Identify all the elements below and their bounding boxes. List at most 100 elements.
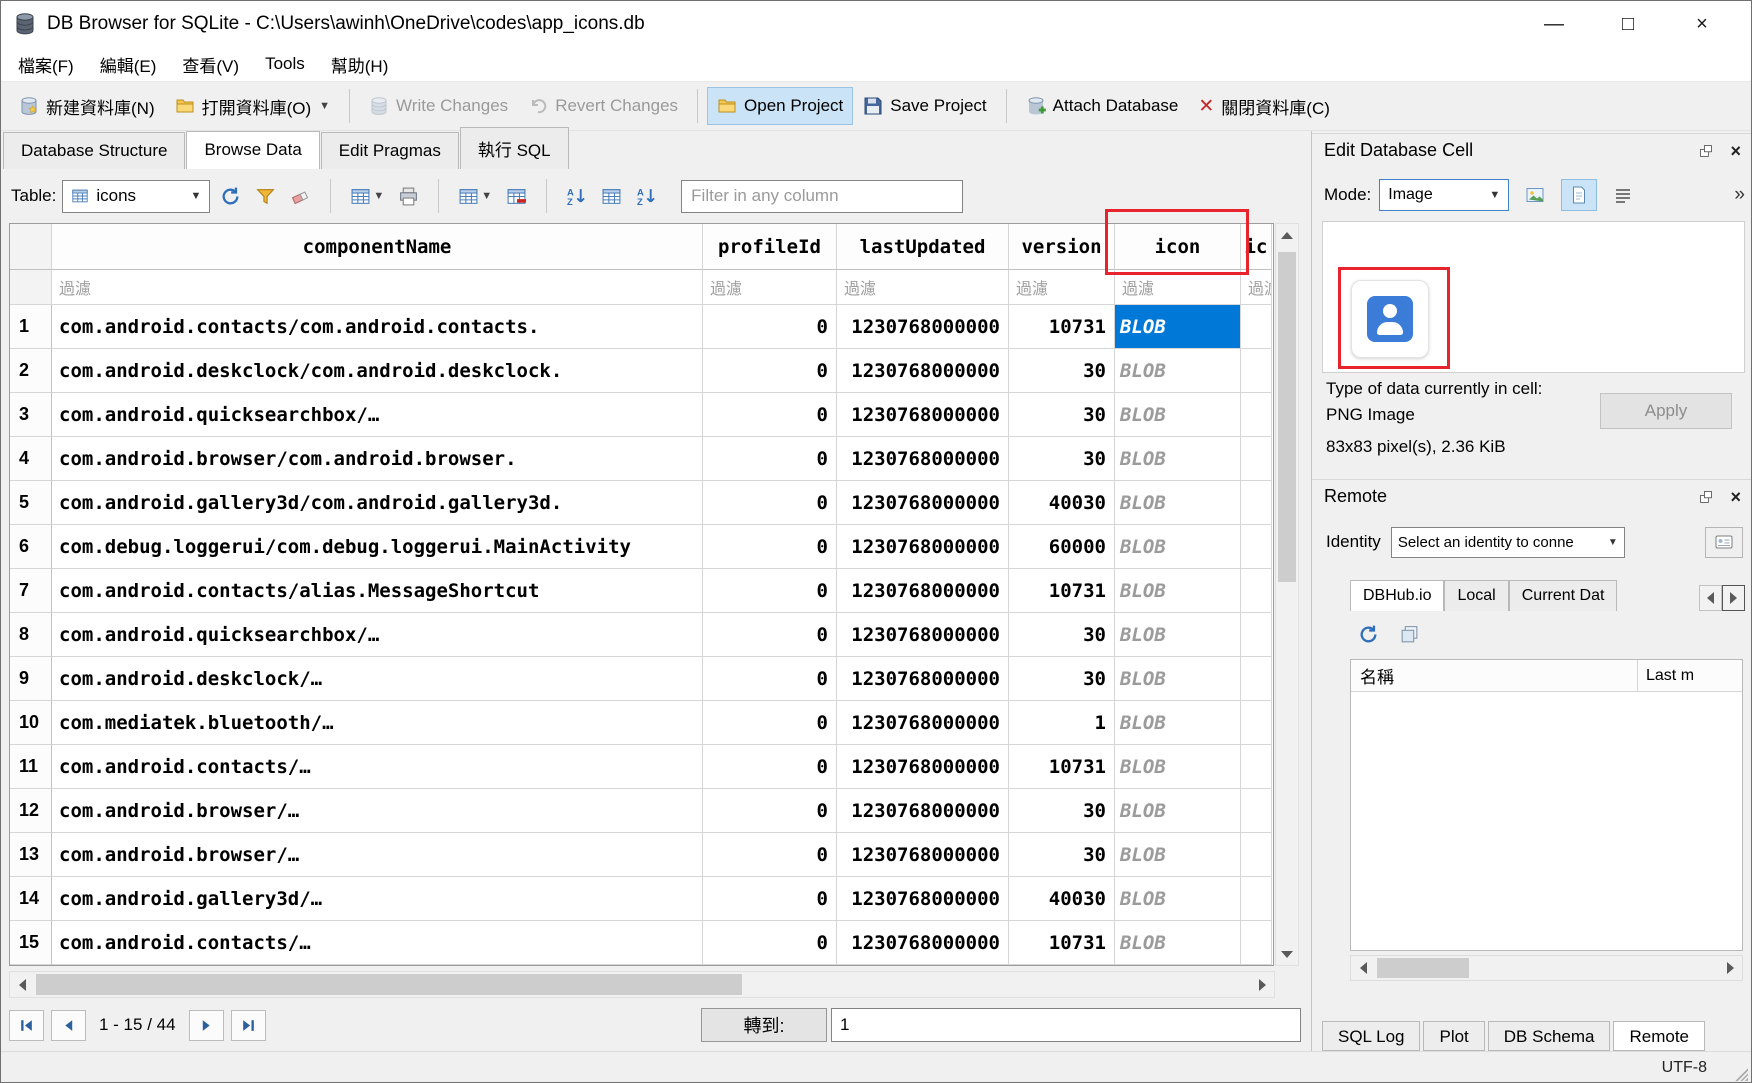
dock-tab-plot[interactable]: Plot bbox=[1423, 1021, 1484, 1051]
cell-profileid[interactable]: 0 bbox=[703, 569, 837, 613]
print-button[interactable] bbox=[394, 181, 423, 211]
cell-componentname[interactable]: com.android.contacts/… bbox=[52, 921, 703, 965]
scroll-right-icon[interactable] bbox=[1718, 956, 1742, 980]
cell-overflow[interactable] bbox=[1241, 745, 1272, 789]
tab-browse-data[interactable]: Browse Data bbox=[186, 131, 319, 169]
cell-version[interactable]: 1 bbox=[1009, 701, 1115, 745]
cell-lastupdated[interactable]: 1230768000000 bbox=[837, 569, 1009, 613]
last-record-button[interactable] bbox=[231, 1010, 266, 1041]
remote-refresh-icon[interactable] bbox=[1358, 624, 1379, 645]
row-number[interactable]: 9 bbox=[10, 657, 52, 701]
minimize-button[interactable]: — bbox=[1517, 3, 1591, 45]
row-number[interactable]: 3 bbox=[10, 393, 52, 437]
insert-record-button[interactable]: ▼ bbox=[454, 181, 496, 211]
cell-lastupdated[interactable]: 1230768000000 bbox=[837, 877, 1009, 921]
tab-sql[interactable]: 執行 SQL bbox=[460, 127, 569, 169]
cell-version[interactable]: 10731 bbox=[1009, 305, 1115, 349]
cell-lastupdated[interactable]: 1230768000000 bbox=[837, 349, 1009, 393]
filter-input-version[interactable]: 過濾 bbox=[1009, 270, 1115, 305]
cell-profileid[interactable]: 0 bbox=[703, 877, 837, 921]
refresh-table-button[interactable] bbox=[216, 181, 245, 211]
cell-componentname[interactable]: com.android.browser/… bbox=[52, 789, 703, 833]
save-project-button[interactable]: Save Project bbox=[853, 87, 996, 125]
row-number[interactable]: 7 bbox=[10, 569, 52, 613]
cell-profileid[interactable]: 0 bbox=[703, 921, 837, 965]
cell-version[interactable]: 10731 bbox=[1009, 921, 1115, 965]
remote-tab-local[interactable]: Local bbox=[1444, 580, 1508, 611]
cell-icon[interactable]: BLOB bbox=[1115, 701, 1241, 745]
cell-icon[interactable]: BLOB bbox=[1115, 657, 1241, 701]
horizontal-scroll-track[interactable] bbox=[34, 972, 1250, 997]
cell-version[interactable]: 30 bbox=[1009, 393, 1115, 437]
row-number[interactable]: 13 bbox=[10, 833, 52, 877]
filter-input-profileid[interactable]: 過濾 bbox=[703, 270, 837, 305]
cell-componentname[interactable]: com.android.deskclock/com.android.deskcl… bbox=[52, 349, 703, 393]
mode-select[interactable]: Image ▼ bbox=[1379, 179, 1509, 211]
cell-version[interactable]: 30 bbox=[1009, 613, 1115, 657]
grid-vertical-scrollbar[interactable] bbox=[1275, 223, 1299, 966]
cell-lastupdated[interactable]: 1230768000000 bbox=[837, 745, 1009, 789]
remote-horizontal-scrollbar[interactable] bbox=[1350, 955, 1743, 981]
sort-ascending-button[interactable] bbox=[562, 181, 591, 211]
resize-grip-icon[interactable] bbox=[1734, 1067, 1748, 1081]
maximize-button[interactable]: □ bbox=[1591, 3, 1665, 45]
cell-componentname[interactable]: com.debug.loggerui/com.debug.loggerui.Ma… bbox=[52, 525, 703, 569]
cell-lastupdated[interactable]: 1230768000000 bbox=[837, 833, 1009, 877]
row-number[interactable]: 11 bbox=[10, 745, 52, 789]
cell-lastupdated[interactable]: 1230768000000 bbox=[837, 437, 1009, 481]
cell-profileid[interactable]: 0 bbox=[703, 481, 837, 525]
cell-profileid[interactable]: 0 bbox=[703, 657, 837, 701]
column-header-version[interactable]: version bbox=[1009, 224, 1115, 270]
row-number[interactable]: 15 bbox=[10, 921, 52, 965]
cell-icon[interactable]: BLOB bbox=[1115, 613, 1241, 657]
cell-componentname[interactable]: com.android.quicksearchbox/… bbox=[52, 393, 703, 437]
tab-edit-pragmas[interactable]: Edit Pragmas bbox=[321, 132, 459, 169]
word-wrap-button[interactable] bbox=[1605, 179, 1641, 211]
cell-icon[interactable]: BLOB bbox=[1115, 921, 1241, 965]
cell-overflow[interactable] bbox=[1241, 349, 1272, 393]
cell-version[interactable]: 40030 bbox=[1009, 481, 1115, 525]
filter-input-icon[interactable]: 過濾 bbox=[1115, 270, 1241, 305]
cell-icon[interactable]: BLOB bbox=[1115, 349, 1241, 393]
attach-database-button[interactable]: Attach Database bbox=[1016, 87, 1189, 125]
new-database-button[interactable]: 新建資料庫(N) bbox=[9, 85, 165, 128]
remote-tab-current-dat[interactable]: Current Dat bbox=[1509, 580, 1618, 611]
cell-overflow[interactable] bbox=[1241, 701, 1272, 745]
menu-item-5[interactable]: 幫助(H) bbox=[318, 47, 402, 82]
dock-tab-remote[interactable]: Remote bbox=[1613, 1021, 1705, 1051]
encoding-indicator[interactable]: UTF-8 bbox=[1662, 1059, 1707, 1077]
row-number[interactable]: 2 bbox=[10, 349, 52, 393]
scroll-right-icon[interactable] bbox=[1250, 972, 1274, 997]
cell-icon[interactable]: BLOB bbox=[1115, 393, 1241, 437]
cell-version[interactable]: 30 bbox=[1009, 789, 1115, 833]
import-data-button[interactable] bbox=[1517, 179, 1553, 211]
row-number[interactable]: 8 bbox=[10, 613, 52, 657]
open-database-dropdown-icon[interactable]: ▼ bbox=[319, 100, 330, 112]
cell-icon[interactable]: BLOB bbox=[1115, 569, 1241, 613]
cell-overflow[interactable] bbox=[1241, 613, 1272, 657]
revert-changes-button[interactable]: Revert Changes bbox=[518, 87, 688, 125]
cell-icon[interactable]: BLOB bbox=[1115, 481, 1241, 525]
cell-icon[interactable]: BLOB bbox=[1115, 877, 1241, 921]
scroll-left-icon[interactable] bbox=[1351, 956, 1375, 980]
remote-name-column-header[interactable]: 名稱 bbox=[1351, 660, 1638, 691]
write-changes-button[interactable]: Write Changes bbox=[359, 87, 518, 125]
close-button[interactable]: × bbox=[1665, 3, 1739, 45]
cell-overflow[interactable] bbox=[1241, 789, 1272, 833]
cell-icon[interactable]: BLOB bbox=[1115, 525, 1241, 569]
cell-lastupdated[interactable]: 1230768000000 bbox=[837, 789, 1009, 833]
cell-profileid[interactable]: 0 bbox=[703, 437, 837, 481]
column-header-icon[interactable]: icon bbox=[1115, 224, 1241, 270]
scroll-down-icon[interactable] bbox=[1276, 943, 1298, 965]
scroll-left-icon[interactable] bbox=[10, 972, 34, 997]
cell-componentname[interactable]: com.android.contacts/alias.MessageShortc… bbox=[52, 569, 703, 613]
cell-overflow[interactable] bbox=[1241, 877, 1272, 921]
vertical-scroll-track[interactable] bbox=[1276, 246, 1298, 943]
filter-input-lastupdated[interactable]: 過濾 bbox=[837, 270, 1009, 305]
apply-button[interactable]: Apply bbox=[1600, 393, 1732, 429]
vertical-scroll-thumb[interactable] bbox=[1278, 252, 1296, 582]
save-results-view-button[interactable]: ▼ bbox=[346, 181, 388, 211]
cell-profileid[interactable]: 0 bbox=[703, 789, 837, 833]
menu-item-2[interactable]: 編輯(E) bbox=[87, 47, 170, 82]
cell-overflow[interactable] bbox=[1241, 833, 1272, 877]
